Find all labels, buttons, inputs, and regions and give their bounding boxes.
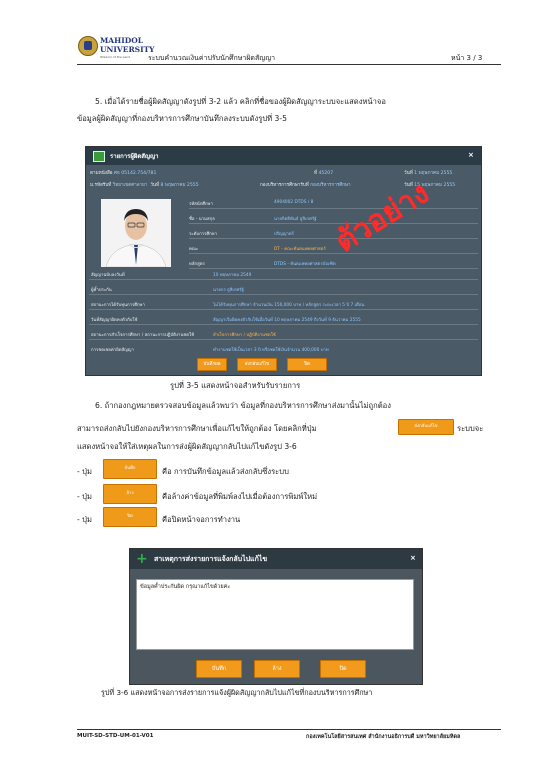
row-value: DTDS - ทันตแพทยศาสตรบัณฑิต [274, 262, 336, 267]
row-label: สถานะการสำเร็จการศึกษา / สถานะการปฏิบัติ… [91, 333, 195, 338]
contract-row: การชดเชยค่าผิดสัญญา ทำงานชดใช้เป็นเวลา 3 … [89, 344, 478, 354]
save-button[interactable]: บันทึก [196, 660, 242, 678]
section6-line3: แสดงหน้าจอให้ใส่เหตุผลในการส่งผู้ผิดสัญญ… [77, 442, 297, 451]
dialog-title: สาเหตุการส่งรายการแจ้งกลับไปแก้ไข [154, 555, 268, 563]
receive-value: วิทยาเขตศาลายา [112, 183, 148, 188]
return-for-edit-button[interactable]: ส่งกลับแก้ไข [237, 358, 277, 371]
receive-date-value: 8 พฤษภาคม 2555 [160, 183, 199, 188]
doc-ref-value: ศธ 05142.754/781 [114, 171, 157, 176]
dialog-title: รายการผู้ผิดสัญญา [110, 153, 159, 160]
row-label: สถานะการได้รับทุนการศึกษา [91, 303, 145, 308]
university-tagline: Wisdom of the Land [100, 55, 130, 59]
close-button[interactable]: ปิด [287, 358, 327, 371]
section6-line1: 6. ถ้ากองกฎหมายตรวจสอบข้อมูลแล้วพบว่า ข้… [95, 401, 391, 410]
row-value: ปริญญาตรี [274, 232, 294, 237]
contract-row: ผู้ค้ำประกัน นายกร ธูสิเกศรัฐ์ [89, 284, 478, 295]
row-value: ทำงานชดใช้เป็นเวลา 3 ปี หรือชดใช้เงินจำน… [213, 348, 329, 353]
section5-line1: 5. เมื่อได้รายชื่อผู้ผิดสัญญาดังรูปที่ 3… [95, 97, 386, 106]
defaulter-dialog: รายการผู้ผิดสัญญา × ตามหนังสือ ศธ 05142.… [85, 146, 482, 376]
row-label: ระดับการศึกษา [189, 232, 218, 237]
row-value: DT - คณะทันตแพทยศาสตร์ [274, 247, 326, 252]
section6-line2: สามารถส่งกลับไปยังกองบริหารการศึกษาเพื่อ… [77, 424, 317, 433]
return-for-edit-inline-button: ส่งกลับแก้ไข [398, 419, 454, 435]
row-label: วันที่สัญญาผิดคงตัวกับใช้ [91, 318, 138, 323]
row-value: สำเร็จการศึกษา / ปฏิบัติงานชดใช้ [213, 333, 276, 338]
row-label: คณะ [189, 247, 199, 252]
university-line2: UNIVERSITY [100, 45, 155, 54]
clear-button[interactable]: ล้าง [254, 660, 300, 678]
contract-row: สัญญาฉบับลงวันที่ 10 พฤษภาคม 2549 [89, 269, 478, 280]
figure-caption-3-5: รูปที่ 3-5 แสดงหน้าจอสำหรับรับรายการ [170, 381, 301, 390]
student-row: หลักสูตร DTDS - ทันตแพทยศาสตรบัณฑิต [189, 258, 478, 269]
dept-label: กองบริหารการศึกษารับที่ [260, 183, 309, 188]
dialog-titlebar: + สาเหตุการส่งรายการแจ้งกลับไปแก้ไข × [130, 549, 422, 569]
plus-icon: + [136, 551, 148, 567]
footer-doc-code: MUIT-SD-STD-UM-01-V01 [77, 733, 154, 739]
bullet-prefix: - ปุ่ม [77, 467, 92, 476]
student-row: คณะ DT - คณะทันตแพทยศาสตร์ [189, 243, 478, 254]
bullet-desc: คือล้างค่าข้อมูลที่พิมพ์ลงไปเมื่อต้องการ… [162, 492, 318, 501]
row-label: ผู้ค้ำประกัน [91, 288, 112, 293]
contract-row: สถานะการสำเร็จการศึกษา / สถานะการปฏิบัติ… [89, 329, 478, 340]
close-button[interactable]: ปิด [320, 660, 366, 678]
doc-ref: ตามหนังสือ ศธ 05142.754/781 [90, 170, 156, 177]
dept-value: กองบริหารการศึกษา [310, 183, 351, 188]
contract-row: สถานะการได้รับทุนการศึกษา ไม่ได้รับทุนการ… [89, 299, 478, 310]
mahidol-logo [78, 36, 98, 56]
row-value: นายกร ธูสิเกศรัฐ์ [213, 288, 244, 293]
receive-date-label: วันที่ [150, 183, 160, 188]
dialog-titlebar: รายการผู้ผิดสัญญา × [86, 147, 481, 165]
doc-no-value: 45207 [318, 171, 334, 176]
section6-line2-end: ระบบจะ [457, 424, 484, 433]
page-number: หน้า 3 / 3 [451, 54, 483, 62]
row-label: การชดเชยค่าผิดสัญญา [91, 348, 134, 353]
close-inline-button: ปิด [103, 507, 157, 527]
save-inline-button: บันทึก [103, 459, 157, 479]
receive-label: ม.รหัสรับที่ [90, 183, 112, 188]
header-divider [77, 64, 501, 65]
bullet-desc: คือ การบันทึกข้อมูลแล้วส่งกลับซึ่งระบบ [162, 467, 289, 476]
doc-ref-label: ตามหนังสือ [90, 171, 113, 176]
reason-textarea[interactable]: ข้อมูลค้ำประกันผิด กรุณาแก้ไขด้วยค่ะ [136, 579, 414, 650]
accept-button[interactable]: บันทึกผล [197, 358, 227, 371]
row-value: สัญญาเริ่มผิดคงตัวกับใช้เมื่อวันที่ 10 พ… [213, 318, 361, 323]
close-icon[interactable]: × [468, 151, 474, 159]
doc-no: ที่ 45207 [314, 170, 333, 177]
figure-caption-3-6: รูปที่ 3-6 แสดงหน้าจอการส่งรายการแจ้งผู้… [101, 688, 373, 697]
dialog-icon [93, 151, 105, 162]
row-value: ไม่ได้รับทุนการศึกษา จำนวนเงิน 150,000 บ… [213, 303, 365, 308]
dept-receive: กองบริหารการศึกษารับที่ กองบริหารการศึกษ… [260, 182, 351, 189]
university-line1: MAHIDOL [100, 36, 144, 45]
contract-row: วันที่สัญญาผิดคงตัวกับใช้ สัญญาเริ่มผิดคง… [89, 314, 478, 325]
footer-organization: กองเทคโนโลยีสารสนเทศ สำนักงานอธิการบดี ม… [306, 734, 461, 740]
section5-line2: ข้อมูลผู้ผิดสัญญาที่กองบริหารการศึกษาบัน… [77, 114, 287, 123]
clear-inline-button: ล้าง [103, 484, 157, 504]
row-value: 10 พฤษภาคม 2549 [213, 273, 252, 278]
bullet-prefix: - ปุ่ม [77, 492, 92, 501]
close-icon[interactable]: × [410, 554, 416, 562]
row-label: รหัสนักศึกษา [189, 202, 213, 207]
doc-date-value: 1 พฤษภาคม 2555 [414, 171, 453, 176]
bullet-prefix: - ปุ่ม [77, 515, 92, 524]
receive-info: ม.รหัสรับที่ วิทยาเขตศาลายา วันที่ 8 พฤษ… [90, 182, 199, 189]
row-value: 4904002 DTDS / 8 [274, 200, 314, 205]
row-label: สัญญาฉบับลงวันที่ [91, 273, 125, 278]
return-reason-dialog: + สาเหตุการส่งรายการแจ้งกลับไปแก้ไข × ข้… [129, 548, 423, 685]
university-name: MAHIDOL UNIVERSITY [100, 36, 155, 54]
row-label: ชื่อ - นามสกุล [189, 217, 215, 222]
doc-no-label: ที่ [314, 171, 318, 176]
row-value: นายกิตติพันธ์ ธูสิเกศรัฐ์ [274, 217, 317, 222]
bullet-desc: คือปิดหน้าจอการทำงาน [162, 515, 241, 524]
row-label: หลักสูตร [189, 262, 205, 267]
footer-divider [77, 729, 501, 730]
document-title: ระบบคำนวณเงินค่าปรับนักศึกษาผิดสัญญา [148, 54, 276, 62]
